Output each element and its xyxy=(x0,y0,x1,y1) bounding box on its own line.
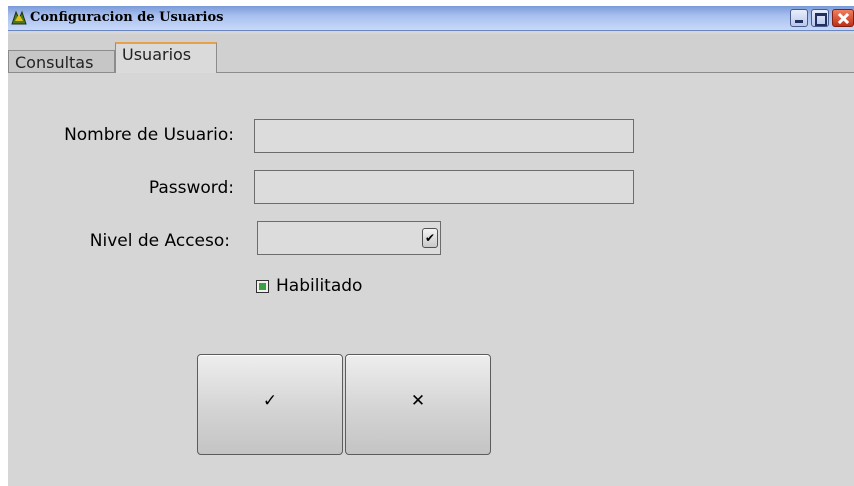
title-bar[interactable]: Configuracion de Usuarios xyxy=(8,6,854,31)
access-level-select[interactable]: ✔ xyxy=(257,221,441,255)
username-field[interactable] xyxy=(254,119,634,153)
tab-consultas[interactable]: Consultas xyxy=(8,50,115,72)
enabled-checkbox[interactable] xyxy=(256,280,269,293)
access-level-label: Nivel de Acceso: xyxy=(89,231,230,251)
enabled-checkbox-label: Habilitado xyxy=(276,276,363,296)
checkbox-checked-mark xyxy=(259,283,266,290)
password-label: Password: xyxy=(148,178,234,198)
tab-strip: Consultas Usuarios xyxy=(8,34,854,73)
chevron-down-icon[interactable]: ✔ xyxy=(422,228,438,248)
password-field[interactable] xyxy=(254,170,634,204)
maximize-icon[interactable] xyxy=(811,9,829,27)
window-title: Configuracion de Usuarios xyxy=(30,10,224,25)
tab-usuarios[interactable]: Usuarios xyxy=(115,42,217,73)
cancel-button[interactable]: ✕ xyxy=(345,354,491,455)
app-logo-icon xyxy=(11,10,27,25)
username-label: Nombre de Usuario: xyxy=(64,125,234,145)
close-icon[interactable] xyxy=(832,9,854,27)
minimize-icon[interactable] xyxy=(790,9,808,27)
accept-button[interactable]: ✓ xyxy=(197,354,343,455)
check-icon: ✓ xyxy=(262,391,278,411)
cross-icon: ✕ xyxy=(410,391,426,411)
user-config-window: Configuracion de Usuarios Consultas Usua… xyxy=(8,6,854,486)
